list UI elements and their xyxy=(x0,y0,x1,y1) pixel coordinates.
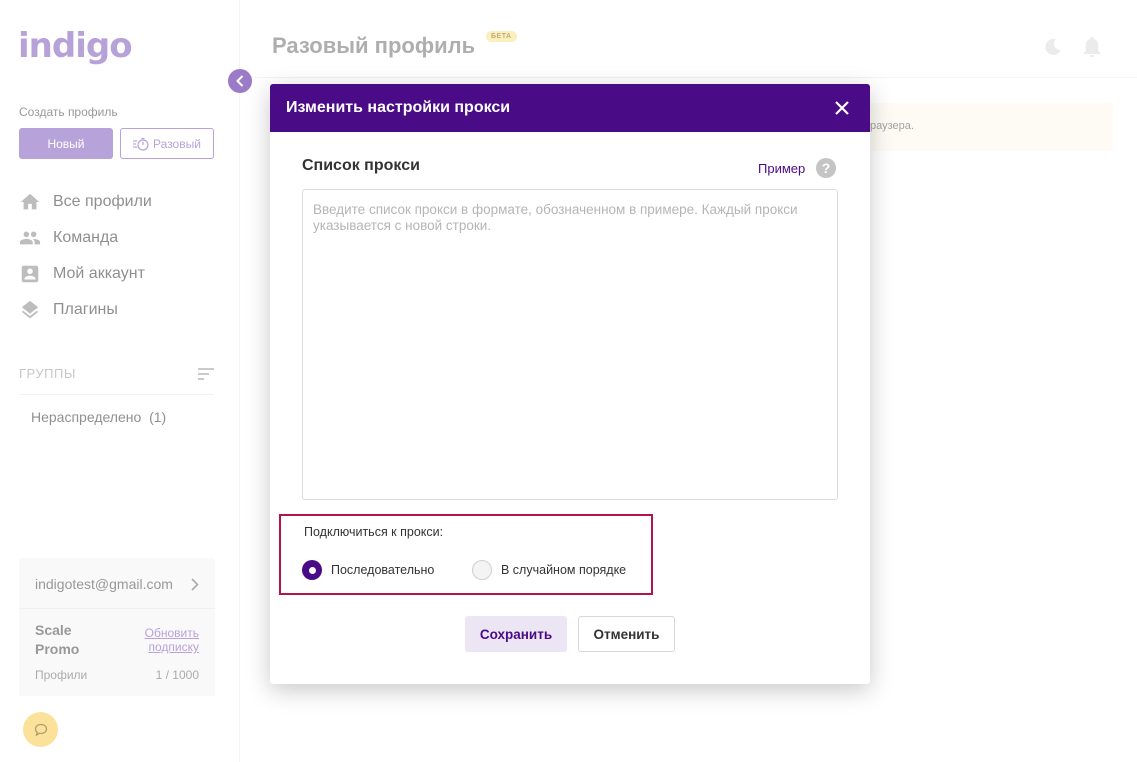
example-link[interactable]: Пример xyxy=(758,161,805,176)
proxy-list-textarea[interactable] xyxy=(302,189,838,500)
radio-unchecked-icon xyxy=(472,560,492,580)
modal-title: Изменить настройки прокси xyxy=(286,99,511,116)
modal-header: Изменить настройки прокси xyxy=(270,84,870,132)
collapse-sidebar-button[interactable] xyxy=(228,69,252,93)
radio-sequential[interactable]: Последовательно xyxy=(302,560,434,580)
cancel-button[interactable]: Отменить xyxy=(578,616,675,652)
save-button[interactable]: Сохранить xyxy=(465,616,567,652)
radio-checked-icon xyxy=(302,560,322,580)
connect-mode-label: Подключиться к прокси: xyxy=(304,525,444,539)
chevron-left-icon xyxy=(236,75,244,87)
close-icon xyxy=(835,101,849,115)
radio-label: Последовательно xyxy=(331,563,435,577)
help-icon[interactable]: ? xyxy=(816,158,836,178)
connect-mode-group: Подключиться к прокси: Последовательно В… xyxy=(279,514,653,595)
close-button[interactable] xyxy=(830,96,854,120)
proxy-list-title: Список прокси xyxy=(302,157,420,174)
radio-random[interactable]: В случайном порядке xyxy=(472,560,626,580)
proxy-settings-modal: Изменить настройки прокси Список прокси … xyxy=(270,84,870,684)
radio-label: В случайном порядке xyxy=(501,563,627,577)
